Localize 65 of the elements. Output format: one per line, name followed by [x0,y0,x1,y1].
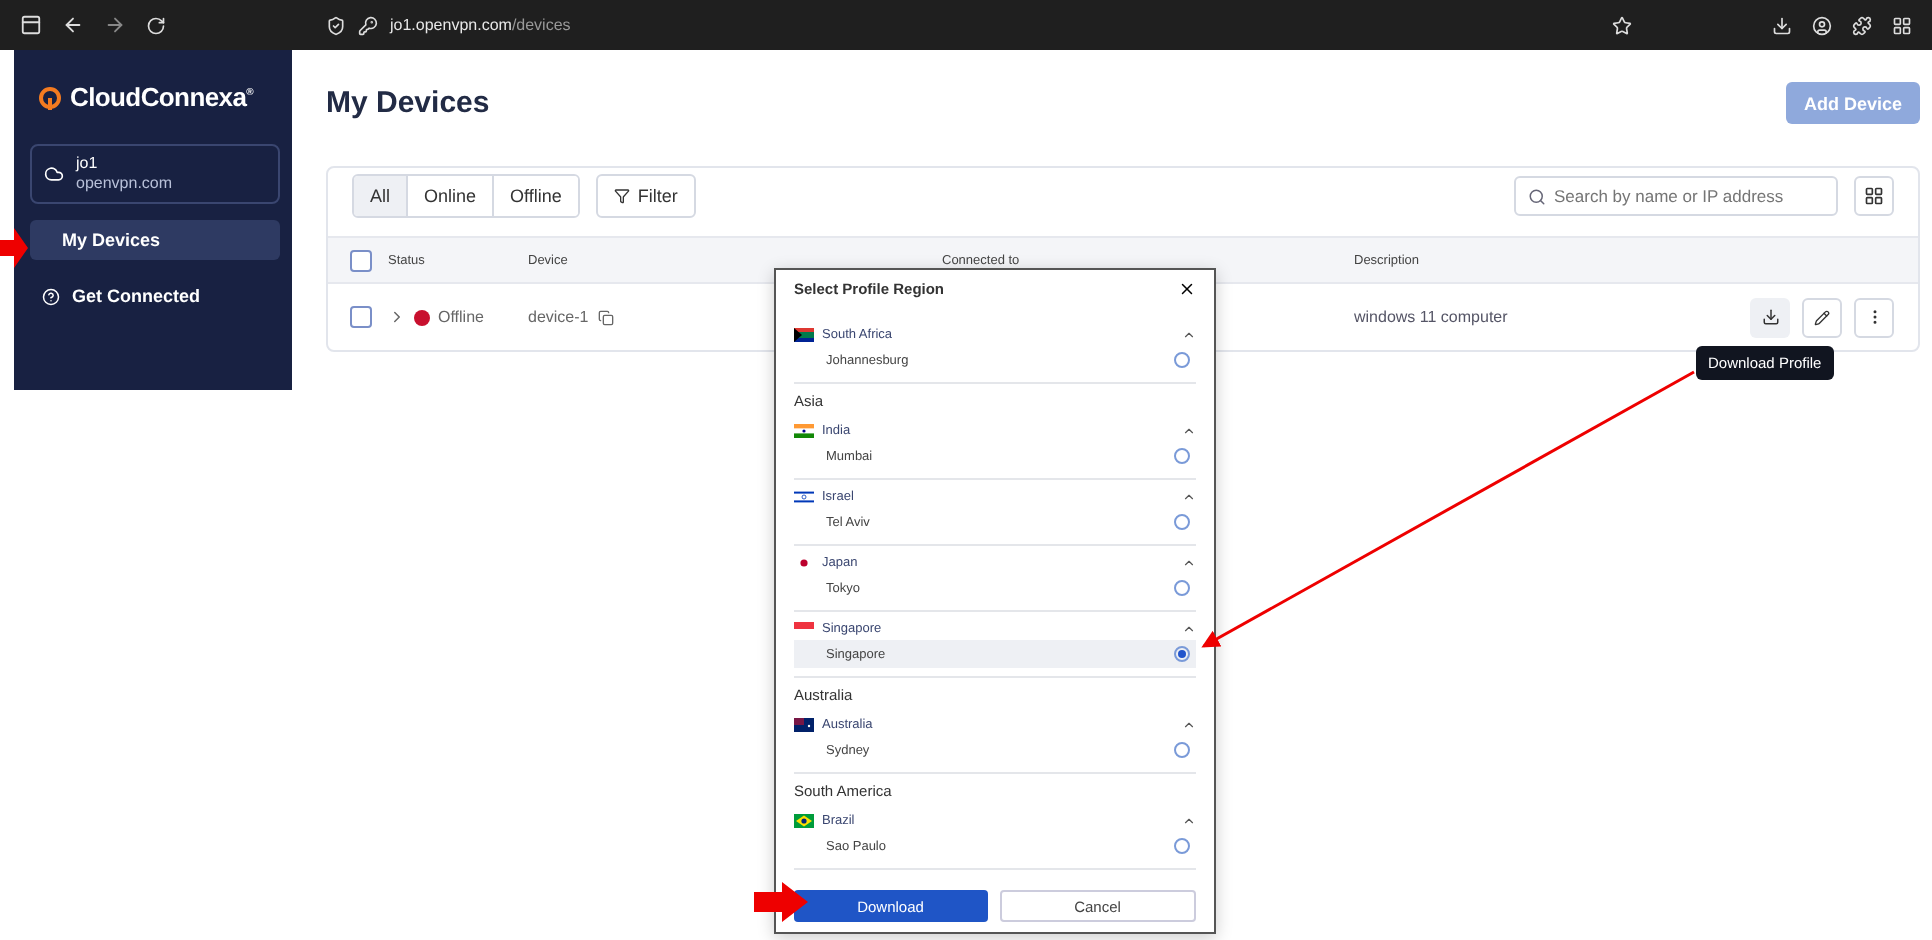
flag-icon [794,621,814,635]
flag-icon [794,327,814,341]
download-icon[interactable] [1772,15,1792,35]
pencil-icon [1814,309,1830,325]
logo-icon [38,85,62,109]
radio-button[interactable] [1174,742,1190,758]
collapse-icon[interactable] [1182,717,1196,731]
radio-button[interactable] [1174,352,1190,368]
close-icon[interactable] [1178,280,1196,298]
reload-icon[interactable] [146,15,166,35]
tab-icon[interactable] [20,14,42,36]
collapse-icon[interactable] [1182,813,1196,827]
forward-icon[interactable] [104,14,126,36]
status-text: Offline [438,308,484,326]
page-title: My Devices [326,86,490,120]
profile-icon[interactable] [1812,15,1832,35]
account-name: jo1 [76,154,100,174]
collapse-icon[interactable] [1182,621,1196,635]
sidebar-item[interactable]: Get Connected [30,276,280,316]
search-icon [1528,188,1546,206]
annotation-arrow [0,228,28,268]
annotation-arrow [754,882,808,922]
edit-button[interactable] [1802,297,1842,337]
radio-button[interactable] [1174,514,1190,530]
flag-icon [794,489,814,503]
extensions-icon[interactable] [1852,15,1872,35]
shield-icon [326,15,346,35]
grid-icon [1864,186,1884,206]
collapse-icon[interactable] [1182,555,1196,569]
search-field[interactable]: Search by name or IP address [1514,176,1838,216]
collapse-icon[interactable] [1182,423,1196,437]
download-icon [1761,308,1779,326]
filter-button[interactable]: Filter [595,174,696,218]
collapse-icon[interactable] [1182,489,1196,503]
radio-button[interactable] [1174,580,1190,596]
address-bar[interactable]: jo1.openvpn.com/devices [390,16,571,34]
back-icon[interactable] [62,14,84,36]
flag-icon [794,813,814,827]
download-button[interactable] [1750,297,1790,337]
bookmark-star-icon[interactable] [1612,15,1632,35]
key-icon [358,15,378,35]
account-domain: openvpn.com [76,174,173,194]
radio-button[interactable] [1174,646,1190,662]
radio-button[interactable] [1174,838,1190,854]
sidebar-item[interactable]: My Devices [30,220,280,260]
account-card[interactable]: jo1 openvpn.com [30,144,280,204]
filter-tab[interactable]: All [354,176,407,216]
apps-icon[interactable] [1892,15,1912,35]
radio-button[interactable] [1174,448,1190,464]
filter-tab[interactable]: Offline [492,176,578,216]
device-description: windows 11 computer [1354,308,1510,326]
logo-text: CloudConnexa$^{®}$ [70,82,254,112]
cloud-icon [44,164,64,184]
expand-icon[interactable] [388,308,406,326]
flag-icon [794,423,814,437]
device-name: device-1 [528,308,589,326]
row-checkbox[interactable] [350,306,372,328]
flag-icon [794,555,814,569]
flag-icon [794,717,814,731]
filter-icon [613,188,630,204]
copy-icon[interactable] [598,309,615,325]
columns-button[interactable] [1854,176,1894,216]
select-all-checkbox[interactable] [350,249,372,271]
help-icon [42,287,60,305]
collapse-icon[interactable] [1182,327,1196,341]
